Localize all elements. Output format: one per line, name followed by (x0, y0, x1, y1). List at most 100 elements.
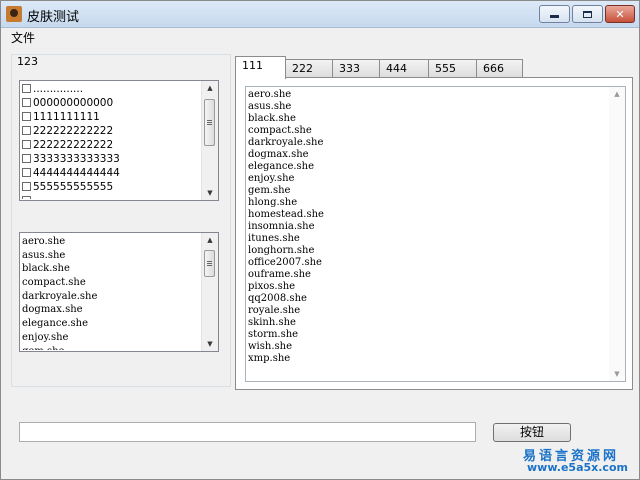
list-item[interactable]: homestead.she (248, 209, 608, 221)
list-item-label: 4444444444444 (33, 167, 120, 179)
list-item[interactable]: qq2008.she (248, 293, 608, 305)
list-item[interactable]: black.she (248, 113, 608, 125)
checkbox[interactable] (22, 140, 31, 149)
list-item[interactable]: gem.she (22, 345, 201, 351)
list-item-label: black.she (248, 113, 296, 124)
list-item[interactable]: dogmax.she (248, 149, 608, 161)
list-item-label: 1111111111 (33, 111, 100, 123)
menu-bar: 文件 (1, 28, 639, 46)
list-item[interactable]: skinh.she (248, 317, 608, 329)
list-item[interactable]: royale.she (248, 305, 608, 317)
list-item-label: pixos.she (248, 281, 296, 292)
list-item[interactable]: itunes.she (248, 233, 608, 245)
list-item[interactable]: office2007.she (248, 257, 608, 269)
list-item[interactable]: pixos.she (248, 281, 608, 293)
checkbox[interactable] (22, 168, 31, 177)
scroll-thumb[interactable] (204, 250, 215, 277)
list-item[interactable]: compact.she (22, 276, 201, 290)
title-bar[interactable]: 皮肤测试 ✕ (1, 1, 639, 28)
list-item-label: black.she (22, 263, 70, 275)
list-item[interactable]: 1111111111 (22, 110, 201, 124)
list-item[interactable]: ouframe.she (248, 269, 608, 281)
list-item[interactable]: dogmax.she (22, 303, 201, 317)
list-item[interactable]: aero.she (22, 235, 201, 249)
list-item-label: 3333333333333 (33, 153, 120, 165)
list-item-label: gem.she (248, 185, 291, 196)
list-item[interactable]: elegance.she (22, 317, 201, 331)
list-item[interactable]: xmp.she (248, 353, 608, 365)
list-item[interactable]: 222222222222 (22, 124, 201, 138)
action-button[interactable]: 按钮 (493, 423, 571, 442)
list-item-label: 222222222222 (33, 139, 114, 151)
list-item[interactable]: gem.she (248, 185, 608, 197)
list-item[interactable]: aero.she (248, 89, 608, 101)
list-item-label: ouframe.she (248, 269, 311, 280)
menu-file[interactable]: 文件 (11, 29, 35, 46)
list-item[interactable]: black.she (22, 262, 201, 276)
tab-444[interactable]: 444 (379, 59, 429, 78)
list-item-label: asus.she (22, 249, 66, 261)
checkbox[interactable] (22, 84, 31, 93)
close-icon: ✕ (615, 7, 625, 21)
tab-333[interactable]: 333 (332, 59, 380, 78)
checkbox-list[interactable]: ............... 000000000000 1111111111 222… (19, 80, 219, 201)
list-item[interactable]: 3333333333333 (22, 152, 201, 166)
list-item[interactable]: 222222222222 (22, 138, 201, 152)
list-item[interactable]: wish.she (248, 341, 608, 353)
list-item[interactable]: 000000000000 (22, 96, 201, 110)
list-item[interactable]: hlong.she (248, 197, 608, 209)
maximize-button[interactable] (572, 5, 603, 23)
list-item-label: wish.she (248, 341, 292, 352)
list-item-label: dogmax.she (248, 149, 309, 160)
checkbox[interactable] (22, 182, 31, 191)
list-item-label: gem.she (22, 346, 64, 351)
close-button[interactable]: ✕ (605, 5, 635, 23)
skin-list[interactable]: aero.she asus.she black.she compact.she dark… (19, 232, 219, 352)
text-area-scrollbar[interactable]: ▲ ▼ (609, 87, 625, 381)
list-item[interactable]: insomnia.she (248, 221, 608, 233)
tab-222[interactable]: 222 (285, 59, 333, 78)
list-item[interactable]: enjoy.she (248, 173, 608, 185)
list-item[interactable]: darkroyale.she (248, 137, 608, 149)
skin-text-area[interactable]: aero.she asus.she black.she compact.she dark… (245, 86, 626, 382)
checkbox[interactable] (22, 98, 31, 107)
scroll-up-icon[interactable]: ▲ (609, 87, 625, 101)
list-item[interactable]: longhorn.she (248, 245, 608, 257)
tab-666[interactable]: 666 (476, 59, 523, 78)
minimize-button[interactable] (539, 5, 570, 23)
checkbox-list-scrollbar[interactable]: ▲ ▼ (201, 81, 218, 200)
list-item-label: longhorn.she (248, 245, 315, 256)
list-item-label: 222222222222 (33, 125, 114, 137)
checkbox[interactable] (22, 112, 31, 121)
list-item[interactable]: 555555555555 (22, 180, 201, 194)
list-item[interactable]: elegance.she (248, 161, 608, 173)
scroll-down-icon[interactable]: ▼ (609, 367, 625, 381)
tab-111[interactable]: 111 (235, 56, 286, 79)
main-window: 皮肤测试 ✕ 文件 123 ............... 00000000000… (0, 0, 640, 480)
scroll-up-icon[interactable]: ▲ (202, 81, 218, 95)
scroll-down-icon[interactable]: ▼ (202, 186, 218, 200)
tab-555[interactable]: 555 (428, 59, 477, 78)
scroll-down-icon[interactable]: ▼ (202, 337, 218, 351)
scroll-thumb[interactable] (204, 99, 215, 146)
list-item[interactable]: ............... (22, 82, 201, 96)
list-item[interactable]: 4444444444444 (22, 166, 201, 180)
skin-list-items: aero.she asus.she black.she compact.she dark… (22, 235, 201, 350)
list-item[interactable]: compact.she (248, 125, 608, 137)
checkbox[interactable] (22, 126, 31, 135)
checkbox[interactable] (22, 196, 31, 199)
list-item[interactable]: _______________ (22, 194, 201, 199)
list-item-label: aero.she (22, 236, 66, 247)
list-item[interactable]: asus.she (22, 249, 201, 263)
scroll-up-icon[interactable]: ▲ (202, 233, 218, 247)
list-item[interactable]: enjoy.she (22, 331, 201, 345)
list-item[interactable]: asus.she (248, 101, 608, 113)
list-item[interactable]: darkroyale.she (22, 290, 201, 304)
skin-list-scrollbar[interactable]: ▲ ▼ (201, 233, 218, 351)
checkbox-list-items: ............... 000000000000 1111111111 222… (22, 82, 201, 199)
list-item[interactable]: storm.she (248, 329, 608, 341)
watermark-url: www.e5a5x.com (527, 461, 628, 474)
text-input[interactable] (19, 422, 476, 442)
list-item-label: compact.she (22, 277, 86, 289)
checkbox[interactable] (22, 154, 31, 163)
